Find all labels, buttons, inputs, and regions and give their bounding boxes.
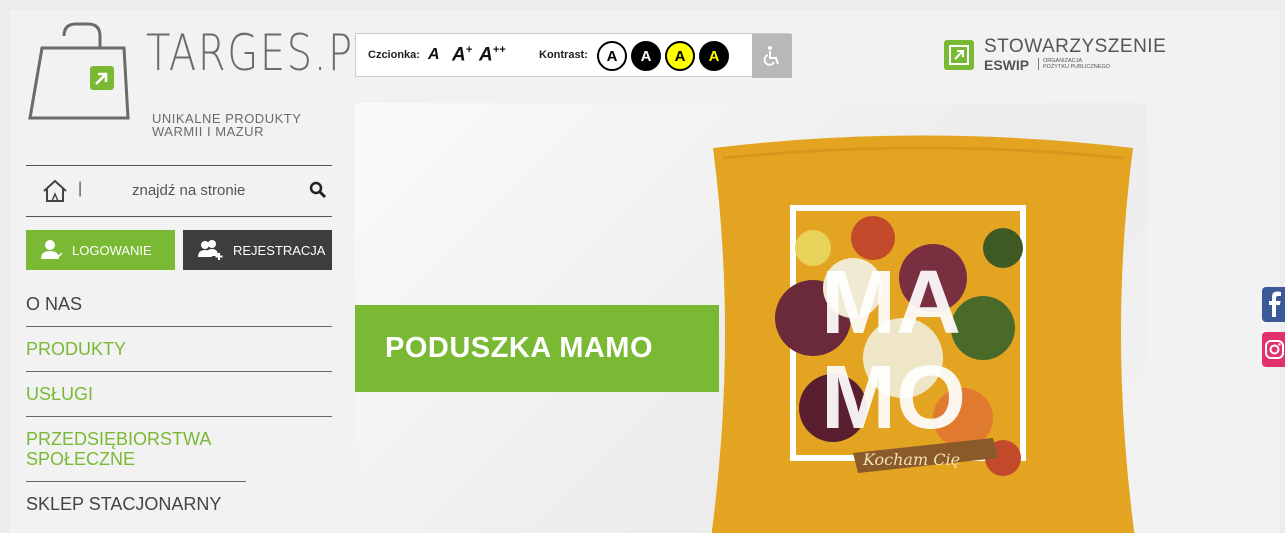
search-input[interactable] (106, 178, 322, 202)
wheelchair-button[interactable] (752, 34, 792, 78)
search-bar: | (26, 165, 332, 217)
eswip-logo[interactable]: STOWARZYSZENIE ESWIP ORGANIZACJA POŻYTKU… (944, 36, 1166, 76)
nav-item-uslugi[interactable]: USŁUGI (26, 372, 332, 417)
register-label: REJESTRACJA (233, 242, 326, 258)
contrast-black-yellow[interactable]: A (699, 41, 729, 71)
nav-item-sklep[interactable]: SKLEP STACJONARNY (26, 482, 332, 526)
font-size-large-letter: A (452, 44, 466, 66)
accessibility-toolbar: Czcionka: A A+ A++ Kontrast: A A A A (355, 33, 792, 78)
add-user-icon (198, 240, 223, 260)
eswip-subtitle-line2: POŻYTKU PUBLICZNEGO (1043, 64, 1110, 70)
site-logo[interactable]: TARGES.PL UNIKALNE PRODUKTY WARMII I MAZ… (26, 22, 376, 142)
logo-name: TARGES.PL (146, 24, 378, 82)
main-navigation: O NAS PRODUKTY USŁUGI PRZEDSIĘBIORSTWA S… (26, 284, 332, 526)
font-size-xlarge[interactable]: A++ (479, 44, 506, 66)
logo-tagline: UNIKALNE PRODUKTY WARMII I MAZUR (152, 112, 301, 138)
search-separator: | (78, 180, 83, 197)
facebook-glyph (1269, 291, 1281, 317)
nav-item-produkty[interactable]: PRODUKTY (26, 327, 332, 372)
contrast-default[interactable]: A (597, 41, 627, 71)
eswip-title: STOWARZYSZENIE (984, 36, 1167, 57)
shopping-bag-logo-icon (28, 22, 130, 120)
nav-item-przedsiebiorstwa-label: PRZEDSIĘBIORSTWA SPOŁECZNE (26, 429, 211, 469)
pillow-image: MA MO Kocham Cię (711, 135, 1135, 533)
font-size-normal[interactable]: A (428, 46, 440, 64)
pillow-ribbon-text: Kocham Cię (862, 450, 960, 469)
login-label: LOGOWANIE (72, 242, 152, 258)
eswip-subtitle: ORGANIZACJA POŻYTKU PUBLICZNEGO (1038, 58, 1110, 70)
eswip-logo-mark (944, 40, 974, 70)
font-size-xlarge-letter: A (479, 44, 493, 66)
instagram-icon[interactable] (1262, 332, 1285, 367)
contrast-label: Kontrast: (539, 49, 588, 61)
pillow-text-ma: MA (821, 253, 961, 353)
contrast-yellow-black[interactable]: A (665, 41, 695, 71)
nav-item-przedsiebiorstwa[interactable]: PRZEDSIĘBIORSTWA SPOŁECZNE (26, 417, 246, 482)
facebook-icon[interactable] (1262, 287, 1285, 322)
font-size-large-sup: + (465, 44, 473, 56)
home-icon[interactable] (42, 179, 68, 203)
register-button[interactable]: REJESTRACJA (183, 230, 332, 270)
user-icon (41, 240, 63, 259)
arrow-icon (949, 45, 969, 65)
eswip-name: ESWIP (984, 57, 1030, 73)
logo-tagline-line2: WARMII I MAZUR (152, 124, 264, 139)
font-size-xlarge-sup: ++ (492, 44, 506, 56)
font-size-large[interactable]: A+ (452, 44, 472, 66)
hero-banner[interactable]: MA MO Kocham Cię PODUSZKA MAMO (355, 103, 1147, 533)
wheelchair-icon (763, 46, 779, 66)
login-button[interactable]: LOGOWANIE (26, 230, 175, 270)
font-size-label: Czcionka: (368, 49, 420, 61)
nav-item-o-nas[interactable]: O NAS (26, 284, 332, 327)
banner-title[interactable]: PODUSZKA MAMO (355, 305, 719, 392)
search-icon[interactable] (309, 181, 327, 199)
contrast-black-white[interactable]: A (631, 41, 661, 71)
instagram-glyph (1265, 340, 1284, 359)
pillow-text-mo: MO (821, 348, 966, 448)
